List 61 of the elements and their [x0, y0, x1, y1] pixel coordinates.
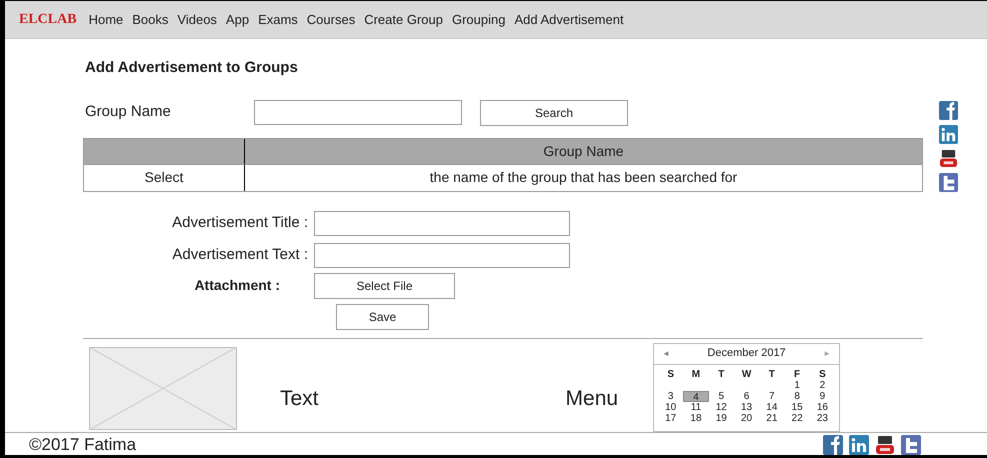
table-cell-text: the name of the group that has been searched for [428, 168, 738, 187]
copyright-text: ©2017 Fatima [29, 434, 136, 456]
text-field[interactable] [314, 242, 570, 268]
nav-link[interactable]: Grouping [452, 10, 506, 30]
nav-link[interactable]: Videos [177, 10, 217, 30]
calendar-day[interactable]: 18 [683, 412, 709, 424]
field-label: Attachment : [193, 276, 281, 295]
calendar-day[interactable]: 12 [708, 402, 734, 412]
weekday-label: S [818, 368, 827, 380]
calendar-day[interactable]: 3 [658, 390, 684, 402]
column-header: Group Name [245, 138, 922, 164]
field-label: Group Name [84, 102, 172, 122]
weekday-label: T [768, 368, 776, 380]
calendar-day[interactable]: 20 [734, 412, 760, 424]
nav-link[interactable]: Home [88, 10, 124, 30]
calendar-day[interactable]: 1 [784, 380, 810, 390]
calendar-day[interactable]: 8 [784, 390, 810, 402]
field-label: Advertisement Title : [171, 212, 309, 233]
weekday-label: T [717, 368, 726, 380]
text-field[interactable] [314, 210, 570, 236]
weekday-label: W [740, 368, 752, 380]
calendar-month: December 2017 [707, 346, 786, 362]
calendar-day[interactable]: 22 [784, 412, 810, 424]
calendar-day[interactable]: 15 [784, 402, 810, 412]
weekday-label: S [666, 368, 676, 380]
weekday-label: M [690, 368, 702, 380]
calendar-day[interactable]: 4 [683, 390, 709, 402]
footer-menu[interactable]: Menu [566, 382, 618, 432]
social-media-icon[interactable] [875, 434, 895, 454]
calendar-day[interactable]: 13 [734, 402, 760, 412]
nav-link[interactable]: Exams [258, 10, 298, 30]
nav-link[interactable]: Courses [306, 10, 356, 30]
nav-link[interactable]: Books [132, 10, 168, 30]
calendar-day[interactable]: 7 [759, 390, 784, 402]
calendar-day[interactable]: 19 [708, 412, 734, 424]
nav-link[interactable]: Create Group [364, 10, 443, 30]
field-label: Advertisement Text : [171, 244, 309, 265]
nav-link[interactable]: App [226, 10, 250, 30]
calendar-day[interactable]: 2 [810, 380, 836, 390]
calendar-day[interactable]: 14 [759, 402, 784, 412]
calendar-day[interactable]: 11 [683, 402, 709, 412]
calendar-day[interactable]: 21 [759, 412, 784, 424]
prev-month-arrow[interactable]: ◄ [662, 348, 670, 360]
search-field[interactable] [254, 100, 462, 125]
calendar-day[interactable]: 9 [810, 390, 836, 402]
page-heading: Add Advertisement to Groups [85, 58, 299, 78]
calendar-day[interactable]: 10 [658, 402, 684, 412]
table-cell[interactable]: Select [84, 164, 245, 190]
brand-logo[interactable]: ELCLAB [19, 9, 77, 30]
calendar-day[interactable]: 5 [708, 390, 734, 402]
calendar-day[interactable]: 16 [810, 402, 836, 412]
calendar-day[interactable]: 23 [810, 412, 836, 424]
save-button[interactable]: Save [336, 304, 429, 330]
footer-text: Text [280, 386, 319, 412]
select-file-button[interactable]: Select File [314, 272, 455, 298]
social-media-icon[interactable] [939, 149, 958, 168]
calendar-day[interactable]: 6 [734, 390, 760, 402]
weekday-label: F [793, 368, 802, 380]
nav-link[interactable]: Add Advertisement [514, 10, 624, 30]
calendar-day[interactable]: 17 [658, 412, 684, 424]
search-button[interactable]: Search [480, 100, 628, 126]
